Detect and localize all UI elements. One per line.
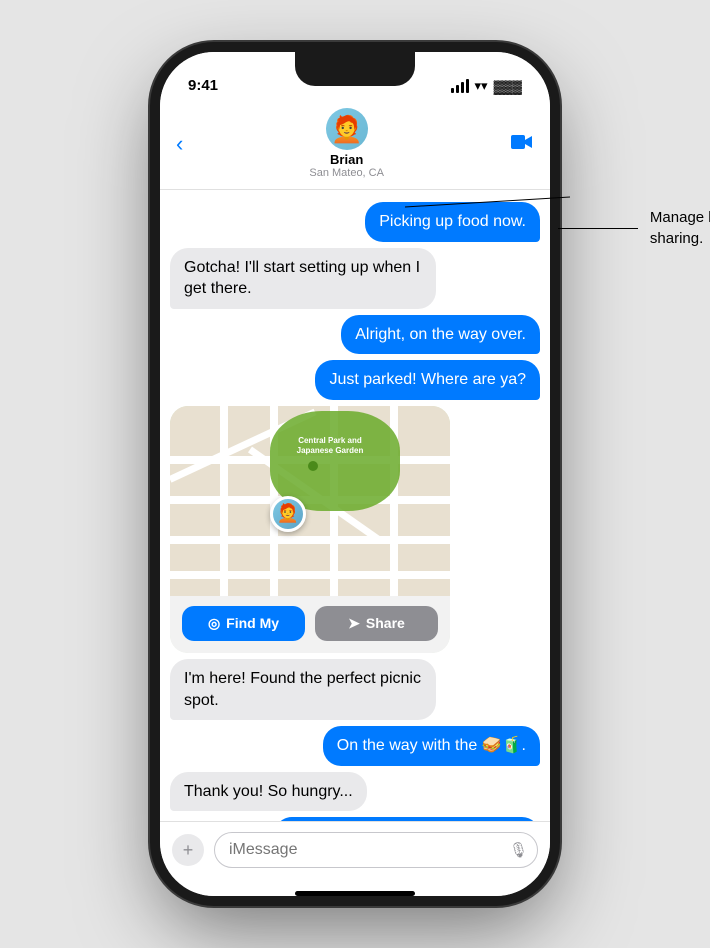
nav-bar: ‹ 🧑‍🦰 Brian San Mateo, CA [160,102,550,190]
message-bubble: Picking up food now. [365,202,540,242]
battery-icon: ▓▓▓ [494,79,522,94]
map-bubble[interactable]: Central Park andJapanese Garden 🧑‍🦰 ◎ Fi… [170,406,450,653]
message-bubble: Thank you! So hungry... [170,772,367,812]
message-bubble: Gotcha! I'll start setting up when I get… [170,248,436,309]
message-text: I'm here! Found the perfect picnic spot. [184,670,421,709]
message-row: Alright, on the way over. [170,315,540,355]
messages-area: Picking up food now. Gotcha! I'll start … [160,190,550,821]
find-my-icon: ◎ [208,615,220,632]
map-message-row[interactable]: Central Park andJapanese Garden 🧑‍🦰 ◎ Fi… [170,406,540,653]
share-icon: ➤ [348,615,360,632]
park-label: Central Park andJapanese Garden [290,436,370,455]
avatar-emoji: 🧑‍🦰 [330,116,362,142]
phone-frame: 9:41 ▾▾ ▓▓▓ ‹ 🧑‍🦰 Brian [160,52,550,896]
share-location-button[interactable]: ➤ Share [315,606,438,641]
message-text: Picking up food now. [379,213,526,230]
contact-name: Brian [330,152,363,167]
signal-icon [451,79,469,93]
message-text: Gotcha! I'll start setting up when I get… [184,259,420,298]
message-bubble: Just parked! Where are ya? [315,360,540,400]
find-my-button[interactable]: ◎ Find My [182,606,305,641]
message-input-wrapper: 🎙 [214,832,538,868]
status-bar: 9:41 ▾▾ ▓▓▓ [160,52,550,102]
add-attachment-button[interactable]: + [172,834,204,866]
map-image[interactable]: Central Park andJapanese Garden 🧑‍🦰 [170,406,450,596]
message-row: On the way with the 🥪🧃. [170,726,540,766]
annotation: Manage locationsharing. [558,207,710,249]
contact-location: San Mateo, CA [309,167,384,179]
message-row: Thank you! So hungry... [170,772,540,812]
message-bubble: On the way with the 🥪🧃. [323,726,540,766]
message-row: Picking up food now. [170,202,540,242]
message-text: On the way with the 🥪🧃. [337,737,526,754]
message-bubble: Alright, on the way over. [341,315,540,355]
share-label: Share [366,615,405,631]
avatar: 🧑‍🦰 [326,108,368,150]
message-text: Alright, on the way over. [355,326,526,343]
annotation-text: Manage locationsharing. [650,207,710,249]
message-row: I'm here! Found the perfect picnic spot. [170,659,540,720]
message-row: Gotcha! I'll start setting up when I get… [170,248,540,309]
message-text: Thank you! So hungry... [184,783,353,800]
message-row: Just parked! Where are ya? [170,360,540,400]
location-pin: 🧑‍🦰 [270,496,306,532]
contact-header[interactable]: 🧑‍🦰 Brian San Mateo, CA [309,108,384,179]
mic-icon[interactable]: 🎙 [509,841,528,859]
message-input[interactable] [214,832,538,868]
map-action-buttons: ◎ Find My ➤ Share [170,596,450,653]
message-text: Just parked! Where are ya? [329,371,526,388]
wifi-icon: ▾▾ [475,78,488,94]
plus-icon: + [183,840,194,861]
find-my-label: Find My [226,615,279,631]
notch [295,52,415,86]
message-bubble: I'm here! Found the perfect picnic spot. [170,659,436,720]
chevron-left-icon: ‹ [176,131,183,157]
status-time: 9:41 [188,77,218,94]
status-icons: ▾▾ ▓▓▓ [451,78,523,94]
back-button[interactable]: ‹ [176,131,183,157]
input-bar: + 🎙 [160,821,550,896]
video-call-button[interactable] [510,131,534,157]
